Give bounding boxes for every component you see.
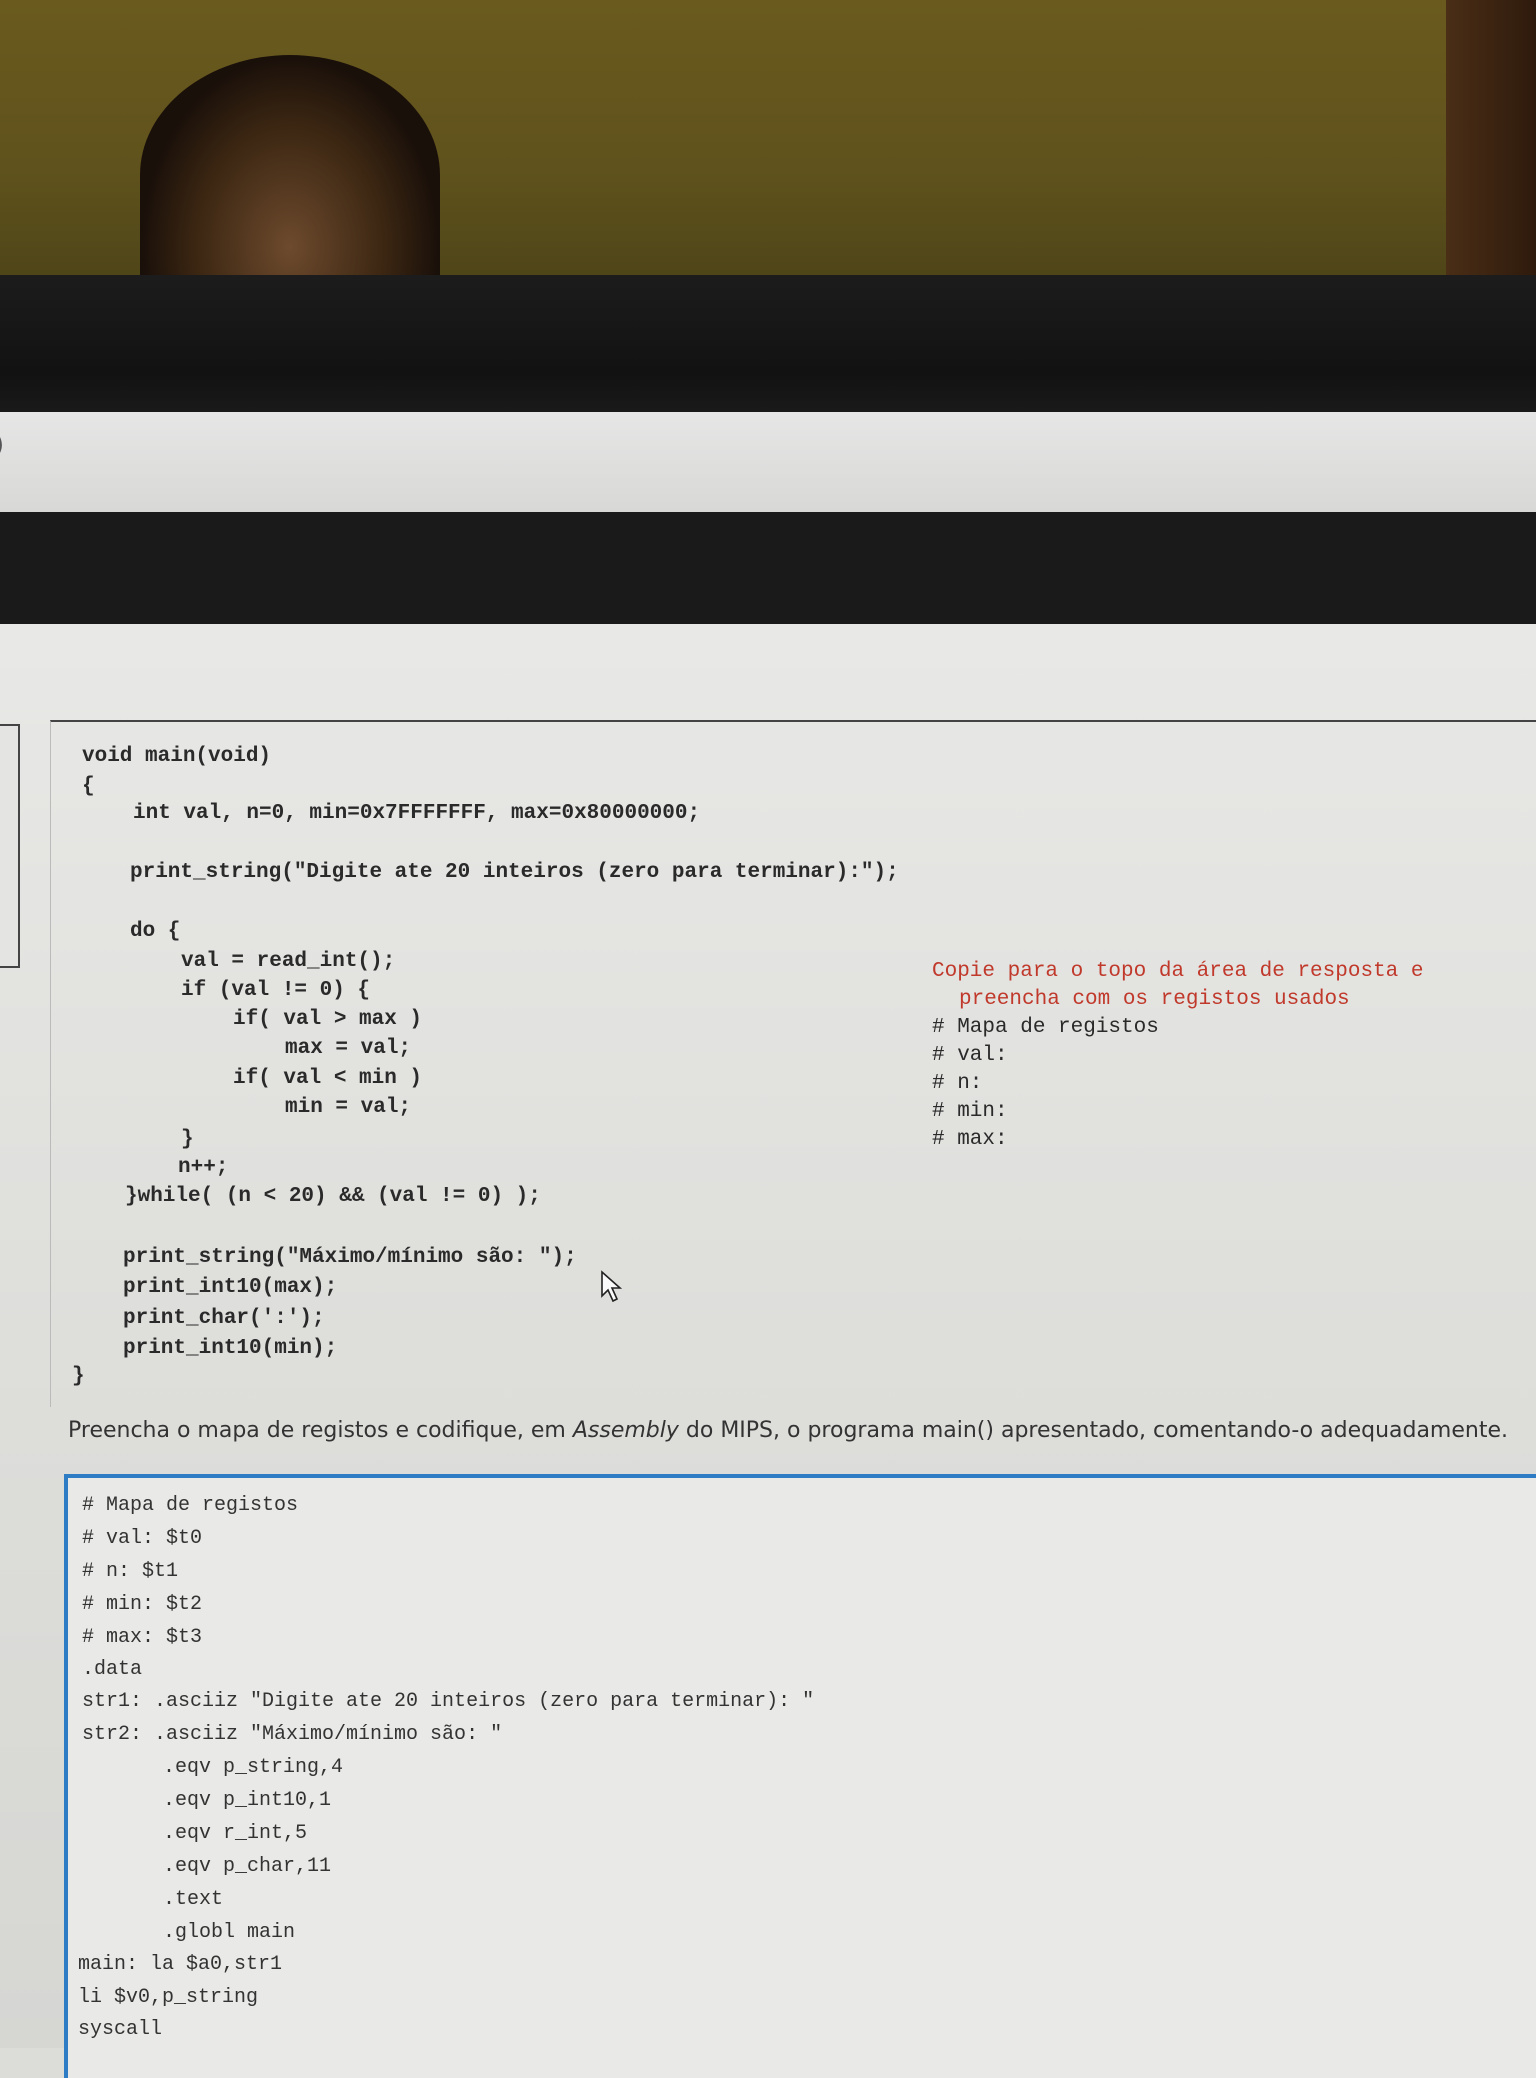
note-instruction: preencha com os registos usados (959, 988, 1350, 1011)
answer-line: syscall (78, 2018, 163, 2041)
question-text-part: do MIPS, o programa main() apresentado, … (678, 1418, 1508, 1443)
code-line: if( val > max ) (233, 1008, 423, 1031)
code-line: print_string("Máximo/mínimo são: "); (123, 1246, 577, 1269)
code-line: print_string("Digite ate 20 inteiros (ze… (130, 861, 899, 884)
code-line: min = val; (285, 1096, 412, 1119)
code-line: if( val < min ) (233, 1067, 423, 1090)
code-line: int val, n=0, min=0x7FFFFFFF, max=0x8000… (133, 802, 701, 825)
note-map-line: # Mapa de registos (932, 1016, 1159, 1039)
answer-line: # val: $t0 (82, 1527, 203, 1550)
answer-line: # min: $t2 (82, 1593, 203, 1616)
answer-line: li $v0,p_string (78, 1986, 259, 2009)
question-text-italic: Assembly (572, 1418, 679, 1443)
answer-line: str2: .asciiz "Máximo/mínimo são: " (82, 1723, 503, 1746)
code-line: n++; (178, 1156, 229, 1179)
answer-line: .text (163, 1888, 224, 1911)
browser-strip (0, 412, 1536, 512)
question-text-part: Preencha o mapa de registos e codifique,… (68, 1418, 573, 1443)
code-line: } (181, 1128, 194, 1151)
answer-line: .globl main (163, 1921, 296, 1944)
answer-line: # max: $t3 (82, 1626, 203, 1649)
background-person (140, 55, 440, 295)
note-instruction: Copie para o topo da área de resposta e (932, 960, 1424, 983)
code-line: do { (130, 920, 181, 943)
code-line: } (72, 1365, 85, 1388)
laptop-bezel (0, 275, 1536, 630)
answer-line: str1: .asciiz "Digite ate 20 inteiros (z… (82, 1690, 815, 1713)
code-line: max = val; (285, 1037, 412, 1060)
question-text: Preencha o mapa de registos e codifique,… (68, 1418, 1508, 1443)
code-line: print_int10(min); (123, 1337, 338, 1360)
code-line: print_int10(max); (123, 1276, 338, 1299)
code-line: if (val != 0) { (181, 979, 371, 1002)
code-line: print_char(':'); (123, 1307, 325, 1330)
answer-line: .eqv p_int10,1 (163, 1789, 332, 1812)
code-line: void main(void) (82, 745, 272, 768)
code-line: val = read_int(); (181, 950, 396, 973)
page-header (0, 512, 1536, 624)
note-map-line: # n: (932, 1072, 983, 1095)
side-panel[interactable] (0, 724, 20, 968)
note-map-line: # max: (932, 1128, 1008, 1151)
answer-line: # Mapa de registos (82, 1494, 299, 1517)
mouse-cursor-icon (601, 1270, 623, 1303)
background-door (1446, 0, 1536, 285)
answer-line: .eqv p_char,11 (163, 1855, 332, 1878)
answer-line: # n: $t1 (82, 1560, 179, 1583)
answer-line: main: la $a0,str1 (78, 1953, 283, 1976)
answer-line: .data (82, 1658, 143, 1681)
note-map-line: # val: (932, 1044, 1008, 1067)
answer-line: .eqv r_int,5 (163, 1822, 308, 1845)
note-map-line: # min: (932, 1100, 1008, 1123)
answer-line: .eqv p_string,4 (163, 1756, 344, 1779)
code-line: }while( (n < 20) && (val != 0) ); (125, 1185, 541, 1208)
code-line: { (82, 775, 95, 798)
